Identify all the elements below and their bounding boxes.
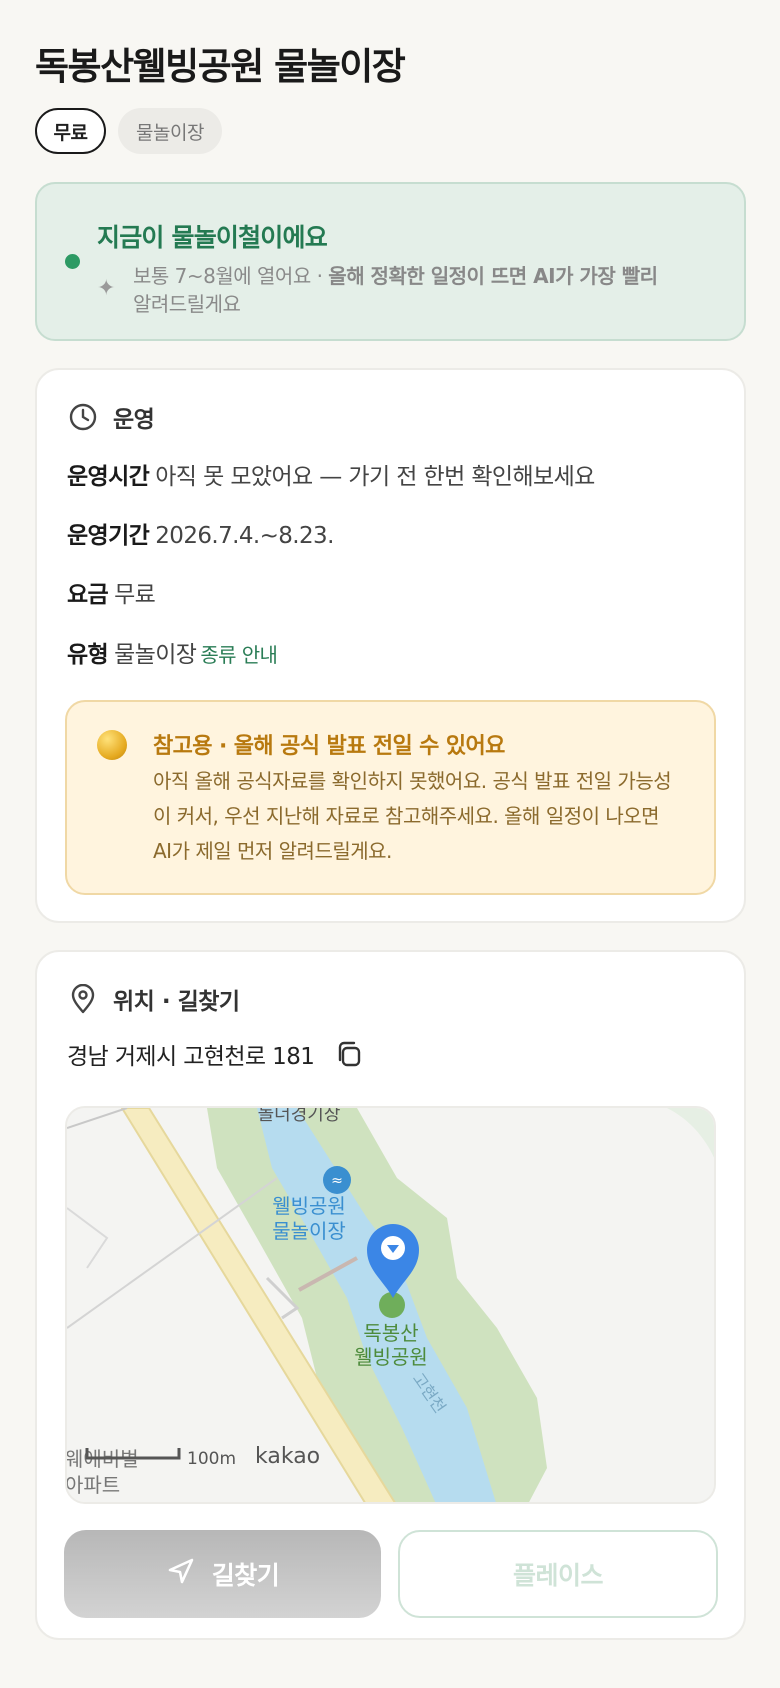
- operation-card: 운영 운영시간 아직 못 모았어요 — 가기 전 한번 확인해보세요 운영기간 20…: [35, 368, 746, 923]
- operation-header: 운영: [67, 400, 155, 434]
- map-pool-label-1: 웰빙공원: [272, 1194, 346, 1218]
- address-text: 경남 거제시 고현천로 181: [67, 1044, 315, 1070]
- status-dot: [65, 254, 80, 269]
- sparkle-icon: ✦: [97, 276, 116, 301]
- map-brand: kakao: [255, 1444, 320, 1469]
- reference-notice: 참고용 · 올해 공식 발표 전일 수 있어요 아직 올해 공식자료를 확인하지…: [65, 700, 716, 895]
- type-value: 물놀이장: [114, 642, 197, 668]
- directions-label: 길찾기: [211, 1561, 280, 1590]
- place-label: 플레이스: [512, 1561, 604, 1590]
- season-headline: 지금이 물놀이철이에요: [97, 223, 328, 252]
- period-row: 운영기간 2026.7.4.~8.23.: [67, 516, 334, 550]
- hours-label: 운영시간: [67, 464, 150, 490]
- fee-value: 무료: [114, 582, 156, 608]
- period-value: 2026.7.4.~8.23.: [155, 523, 334, 549]
- type-row: 유형 물놀이장 종류 안내: [67, 635, 278, 669]
- type-chip: 물놀이장: [118, 108, 222, 154]
- map-scale: 100m: [187, 1449, 236, 1469]
- map-pool-label-2: 물놀이장: [272, 1219, 346, 1243]
- map-top-label: 돌더경기장: [258, 1108, 341, 1125]
- operation-title: 운영: [113, 407, 155, 433]
- location-title: 위치 · 길찾기: [113, 989, 240, 1015]
- hours-row: 운영시간 아직 못 모았어요 — 가기 전 한번 확인해보세요: [67, 457, 595, 491]
- navigate-icon: [166, 1556, 196, 1592]
- page-title: 독봉산웰빙공원 물놀이장: [35, 45, 406, 88]
- fee-row: 요금 무료: [67, 575, 156, 609]
- clock-icon: [67, 401, 99, 433]
- map-park-label-1: 독봉산: [363, 1321, 418, 1345]
- map-bottom-label-2: 아파트: [67, 1473, 120, 1497]
- season-desc-line2: 알려드릴게요: [133, 292, 241, 316]
- season-desc-bold: 올해 정확한 일정이 뜨면 AI가 가장 빨리: [328, 264, 658, 288]
- type-guide-link[interactable]: 종류 안내: [200, 643, 278, 667]
- period-label: 운영기간: [67, 523, 150, 549]
- price-chip: 무료: [35, 108, 106, 154]
- location-card: 위치 · 길찾기 경남 거제시 고현천로 181 ≈ 웰빙공원 물놀이장 돌더경…: [35, 950, 746, 1640]
- place-button[interactable]: 플레이스: [398, 1530, 718, 1618]
- coin-icon: [97, 730, 127, 760]
- directions-button[interactable]: 길찾기: [64, 1530, 381, 1618]
- fee-label: 요금: [67, 582, 109, 608]
- type-label: 유형: [67, 642, 109, 668]
- season-banner: 지금이 물놀이철이에요 ✦ 보통 7~8월에 열어요 · 올해 정확한 일정이 …: [35, 182, 746, 341]
- notice-title: 참고용 · 올해 공식 발표 전일 수 있어요: [153, 734, 505, 759]
- map-view[interactable]: ≈ 웰빙공원 물놀이장 돌더경기장 독봉산 웰빙공원 고현천 웨에비벌 아파트 …: [65, 1106, 716, 1504]
- season-description: 보통 7~8월에 열어요 · 올해 정확한 일정이 뜨면 AI가 가장 빨리 알…: [133, 262, 713, 318]
- svg-text:≈: ≈: [331, 1173, 343, 1189]
- location-header: 위치 · 길찾기: [67, 982, 240, 1016]
- copy-icon[interactable]: [334, 1039, 364, 1069]
- notice-body: 아직 올해 공식자료를 확인하지 못했어요. 공식 발표 전일 가능성이 커서,…: [153, 769, 672, 863]
- map-park-label-2: 웰빙공원: [354, 1345, 428, 1369]
- location-pin-icon: [67, 983, 99, 1015]
- season-desc-plain: 보통 7~8월에 열어요 ·: [133, 264, 329, 288]
- address-row: 경남 거제시 고현천로 181: [67, 1037, 364, 1071]
- map-canvas[interactable]: ≈ 웰빙공원 물놀이장 돌더경기장 독봉산 웰빙공원 고현천 웨에비벌 아파트 …: [67, 1108, 716, 1504]
- hours-value: 아직 못 모았어요 — 가기 전 한번 확인해보세요: [155, 464, 595, 490]
